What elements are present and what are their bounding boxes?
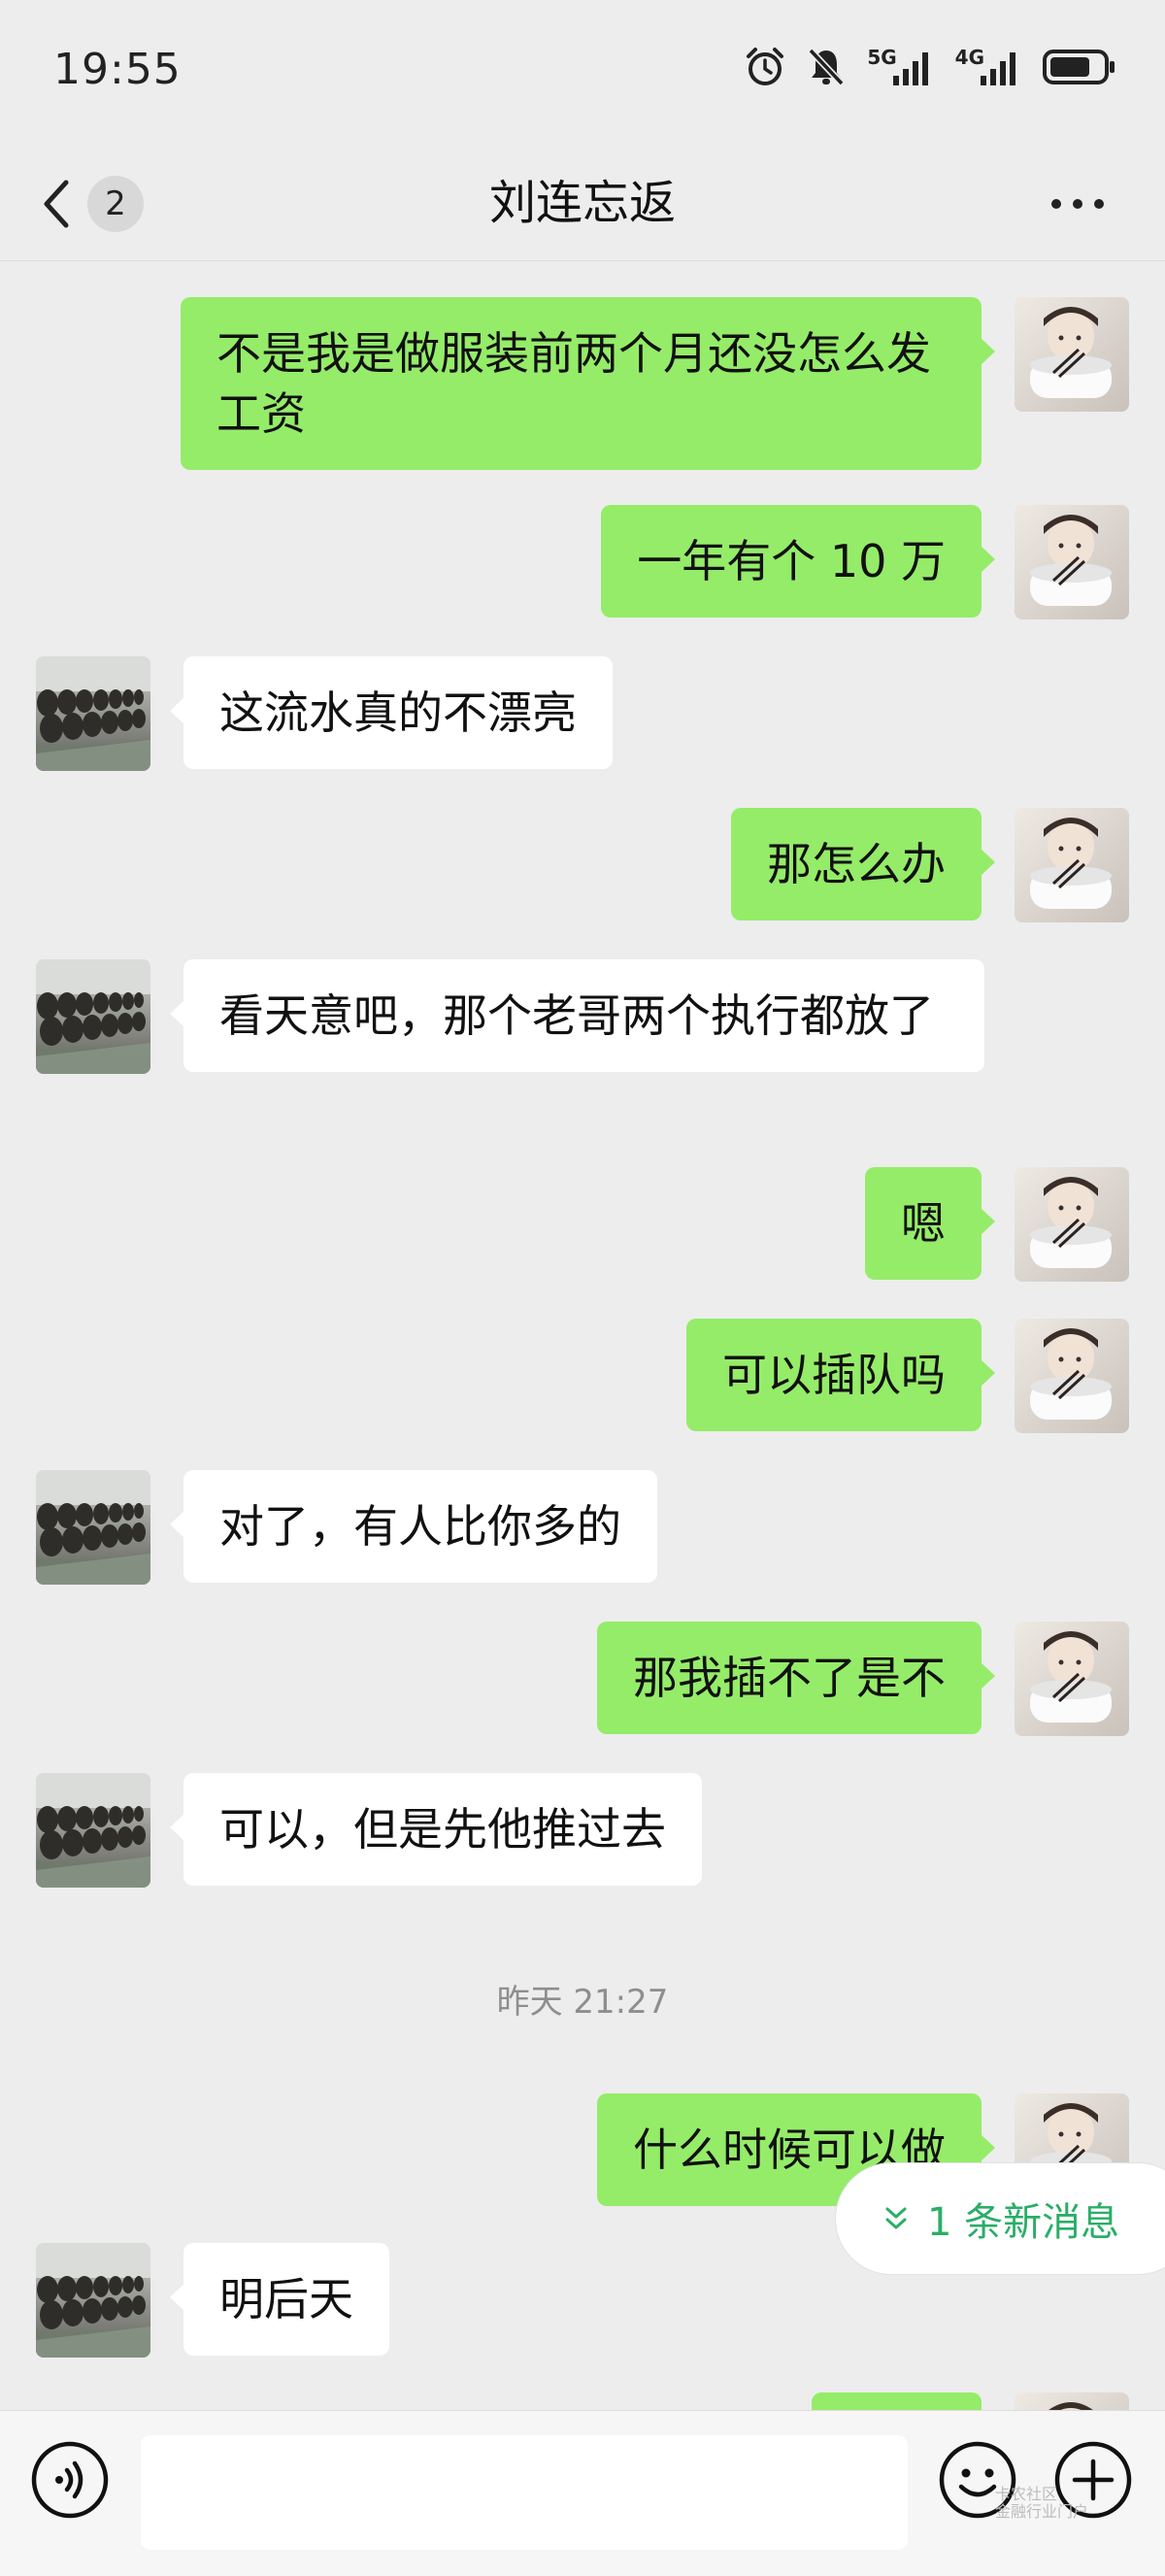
avatar-contact[interactable] [36,1470,150,1585]
avatar-contact[interactable] [36,1773,150,1888]
message-bubble[interactable]: 这流水真的不漂亮 [170,656,613,769]
avatar-contact[interactable] [36,959,150,1074]
message-bubble[interactable]: 那我插不了是不 [597,1622,995,1734]
message-bubble[interactable]: 嗯 [865,1167,995,1280]
new-message-button[interactable]: 1 条新消息 [835,2162,1165,2275]
avatar-self[interactable] [1015,1167,1129,1282]
message-bubble[interactable]: 可以插队吗 [686,1319,995,1431]
alarm-icon [747,48,784,85]
message-bubble[interactable]: 对了，有人比你多的 [170,1470,657,1583]
more-dots-icon [1051,199,1104,209]
message-bubble[interactable]: 那怎么办 [731,808,995,920]
more-button[interactable] [1039,165,1116,243]
net-label-5g: 5G [867,46,897,69]
status-time: 19:55 [53,45,182,94]
signal-5g-icon: 5G [867,46,933,87]
avatar-self[interactable] [1015,2392,1129,2410]
chat-header: 刘连忘返 2 [0,146,1165,261]
message-bubble[interactable]: 可以，但是先他推过去 [170,1773,702,1886]
status-icons: 5G 4G [745,46,1116,87]
message-bubble[interactable]: 明后天 [170,2243,389,2356]
status-bar: 19:55 5G 4G [0,0,1165,146]
signal-4g-icon: 4G [954,46,1021,87]
voice-icon [31,2441,109,2519]
new-message-label: 1 条新消息 [927,2200,1120,2245]
message-bubble[interactable]: 看天意吧，那个老哥两个执行都放了 [170,959,984,1072]
watermark-line-1: 卡农社区 [995,2485,1058,2503]
double-chevron-down-icon [885,2207,907,2229]
message-input[interactable] [141,2435,908,2550]
message-list[interactable]: 不是我是做服装前两个月还没怎么发工资 一年有个 10 万 这流水真的不漂亮 那怎… [0,261,1165,2410]
avatar-self[interactable] [1015,1319,1129,1433]
avatar-contact[interactable] [36,656,150,771]
input-bar [0,2410,1165,2576]
voice-button[interactable] [30,2440,110,2520]
message-timestamp: 昨天 21:27 [496,1983,669,2022]
avatar-contact[interactable] [36,2243,150,2358]
chat-title: 刘连忘返 [488,176,676,230]
net-label-4g: 4G [954,46,984,69]
back-button[interactable]: 2 [39,165,165,243]
unread-count-badge: 2 [87,176,144,232]
battery-icon [1043,50,1115,84]
avatar-self[interactable] [1015,1622,1129,1736]
message-bubble[interactable]: 一年有个 10 万 [601,505,995,618]
avatar-self[interactable] [1015,505,1129,619]
message-bubble-partial[interactable] [812,2392,982,2410]
chevron-left-icon [44,180,69,228]
watermark-line-2: 金融行业门户 [995,2502,1089,2521]
avatar-self[interactable] [1015,297,1129,412]
mute-bell-icon [808,48,845,86]
message-bubble[interactable]: 不是我是做服装前两个月还没怎么发工资 [181,297,995,470]
watermark: 卡农社区 金融行业门户 [995,2486,1088,2521]
avatar-self[interactable] [1015,808,1129,922]
